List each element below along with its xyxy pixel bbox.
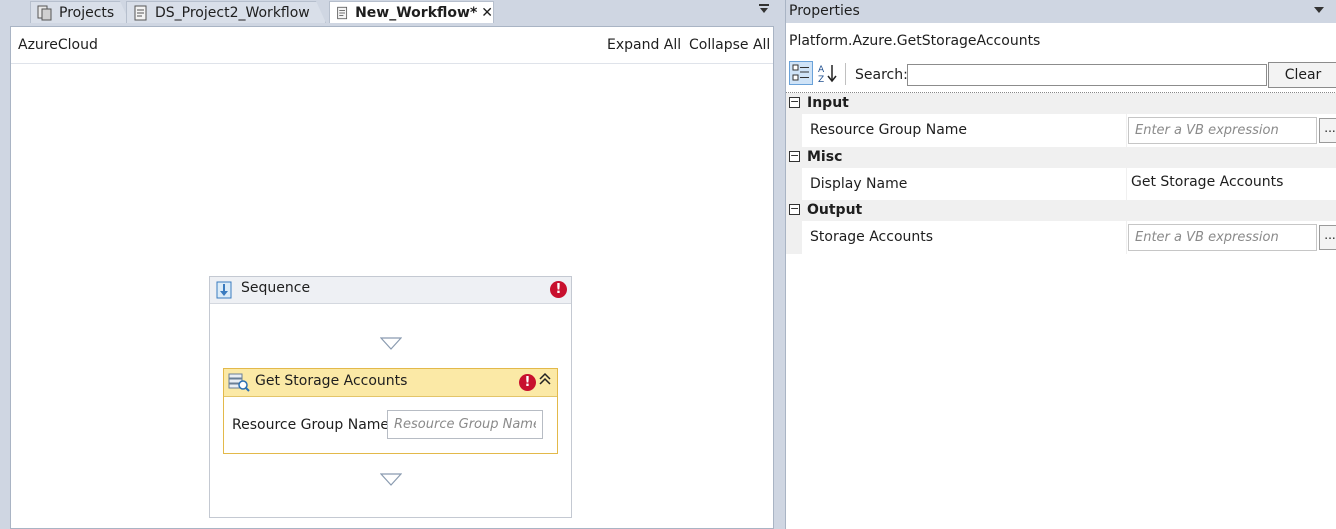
property-row-resource-group-name[interactable]: Resource Group Name ... bbox=[786, 114, 1336, 147]
category-misc[interactable]: − Misc bbox=[786, 147, 1336, 168]
properties-search-input[interactable] bbox=[907, 64, 1267, 86]
sequence-title: Sequence bbox=[241, 280, 311, 296]
tab-label: Projects bbox=[59, 4, 115, 21]
sequence-header[interactable]: Sequence ! bbox=[210, 277, 571, 304]
sort-az-icon: A Z bbox=[818, 65, 837, 83]
collapse-all-link[interactable]: Collapse All bbox=[689, 37, 770, 53]
collapse-toggle-icon[interactable]: − bbox=[789, 150, 800, 162]
designer-header: AzureCloud Expand All Collapse All bbox=[11, 27, 773, 64]
selected-object-name: Platform.Azure.GetStorageAccounts bbox=[789, 33, 1041, 49]
tab-overflow-dropdown-icon[interactable] bbox=[758, 3, 770, 18]
property-name: Resource Group Name bbox=[810, 122, 968, 138]
expression-editor-button[interactable]: ... bbox=[1319, 118, 1336, 143]
category-label: Misc bbox=[807, 149, 843, 165]
property-name: Display Name bbox=[810, 176, 908, 192]
category-label: Output bbox=[807, 202, 863, 218]
alphabetical-sort-button[interactable]: A Z bbox=[816, 61, 840, 85]
column-divider bbox=[1126, 114, 1127, 147]
svg-text:A: A bbox=[818, 65, 825, 75]
vb-expression-input[interactable] bbox=[1128, 224, 1317, 251]
properties-panel: Properties Platform.Azure.GetStorageAcco… bbox=[785, 0, 1336, 529]
toolbar-separator bbox=[845, 63, 846, 85]
property-name: Storage Accounts bbox=[810, 229, 934, 245]
column-divider bbox=[1126, 168, 1127, 200]
categorized-view-button[interactable] bbox=[789, 61, 813, 85]
breadcrumb[interactable]: AzureCloud bbox=[18, 37, 98, 53]
projects-icon bbox=[37, 5, 53, 21]
tab-new-workflow[interactable]: New_Workflow* ✕ bbox=[329, 1, 494, 23]
workflow-file-icon bbox=[337, 6, 348, 19]
search-label: Search: bbox=[855, 67, 908, 83]
document-tab-strip: Projects DS_Project2_Workflow New_Workfl… bbox=[0, 0, 778, 24]
workflow-designer-canvas[interactable]: AzureCloud Expand All Collapse All Seque… bbox=[10, 26, 774, 529]
tab-label: New_Workflow* bbox=[355, 4, 478, 21]
svg-text:Z: Z bbox=[818, 75, 824, 83]
resource-group-name-input[interactable] bbox=[387, 410, 543, 439]
row-gutter bbox=[786, 114, 802, 147]
activity-header[interactable]: Get Storage Accounts ! bbox=[224, 369, 557, 397]
error-icon: ! bbox=[519, 374, 536, 391]
error-icon: ! bbox=[550, 281, 567, 298]
categorized-icon bbox=[792, 64, 809, 81]
collapse-chevron-icon[interactable] bbox=[538, 372, 552, 390]
clear-search-button[interactable]: Clear bbox=[1268, 62, 1336, 88]
tab-label: DS_Project2_Workflow bbox=[155, 4, 310, 21]
storage-search-icon bbox=[228, 373, 250, 392]
tab-ds-project2-workflow[interactable]: DS_Project2_Workflow bbox=[126, 1, 326, 23]
tab-projects[interactable]: Projects bbox=[30, 1, 130, 23]
activity-title: Get Storage Accounts bbox=[255, 373, 408, 389]
workflow-file-icon bbox=[133, 5, 149, 21]
panel-menu-dropdown-icon[interactable] bbox=[1313, 4, 1325, 19]
drop-target-arrow-icon[interactable] bbox=[380, 473, 402, 486]
collapse-toggle-icon[interactable]: − bbox=[789, 203, 800, 215]
collapse-toggle-icon[interactable]: − bbox=[789, 96, 800, 108]
workflow-document-area: Projects DS_Project2_Workflow New_Workfl… bbox=[0, 0, 778, 529]
category-input[interactable]: − Input bbox=[786, 93, 1336, 114]
row-gutter bbox=[786, 221, 802, 254]
get-storage-accounts-activity[interactable]: Get Storage Accounts ! Resource Group Na… bbox=[223, 368, 558, 454]
row-gutter bbox=[786, 168, 802, 200]
expand-all-link[interactable]: Expand All bbox=[607, 37, 681, 53]
properties-panel-title: Properties bbox=[789, 3, 860, 19]
sequence-icon bbox=[216, 281, 232, 299]
property-row-storage-accounts[interactable]: Storage Accounts ... bbox=[786, 221, 1336, 254]
category-output[interactable]: − Output bbox=[786, 200, 1336, 221]
property-grid: − Input Resource Group Name ... − Misc D… bbox=[786, 92, 1336, 254]
properties-title-bar: Properties bbox=[786, 0, 1336, 23]
resource-group-name-label: Resource Group Name bbox=[232, 417, 390, 433]
vb-expression-input[interactable] bbox=[1128, 117, 1317, 144]
property-row-display-name[interactable]: Display Name Get Storage Accounts bbox=[786, 168, 1336, 200]
drop-target-arrow-icon[interactable] bbox=[380, 337, 402, 350]
expression-editor-button[interactable]: ... bbox=[1319, 225, 1336, 250]
properties-toolbar: A Z Search: Clear bbox=[786, 61, 1336, 89]
sequence-activity[interactable]: Sequence ! Get Storage Accounts ! Resour… bbox=[209, 276, 572, 518]
display-name-value[interactable]: Get Storage Accounts bbox=[1131, 174, 1283, 190]
category-label: Input bbox=[807, 95, 849, 111]
close-icon[interactable]: ✕ bbox=[481, 5, 493, 21]
column-divider bbox=[1126, 221, 1127, 254]
